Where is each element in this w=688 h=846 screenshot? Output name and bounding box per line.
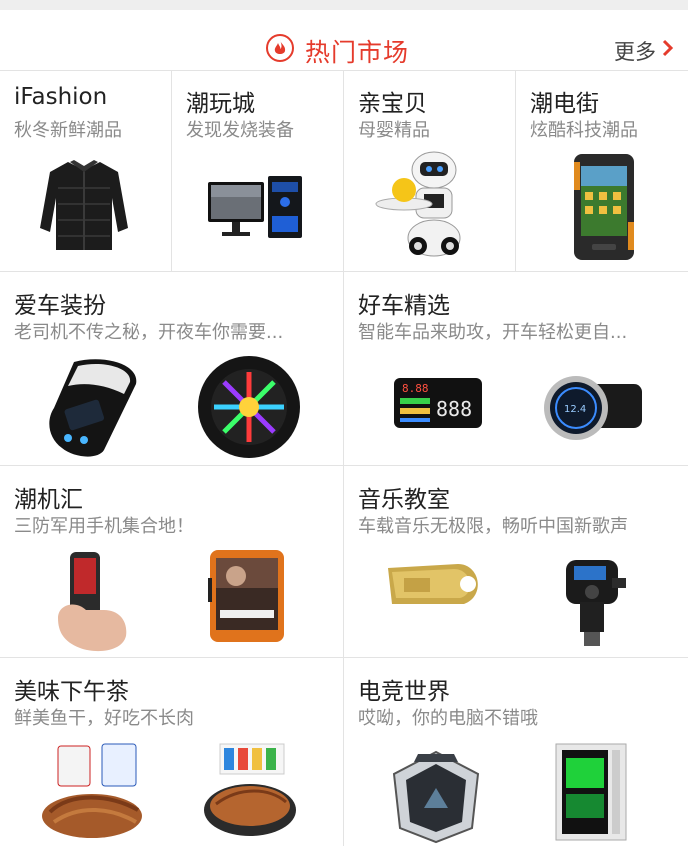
market-tile-aichezhuangban[interactable]: 爱车装扮 老司机不传之秘，开夜车你需要... [0,272,344,465]
market-tile-chaodianjie[interactable]: 潮电街 炫酷科技潮品 [516,70,688,271]
tile-title: 好车精选 [358,293,450,319]
fire-icon [266,34,294,62]
top-spacer [0,0,688,10]
market-tile-meiweixiawucha[interactable]: 美味下午茶 鲜美鱼干，好吃不长肉 [0,658,344,846]
market-row-2: 爱车装扮 老司机不传之秘，开夜车你需要... 好车精选 智能车品来助攻，开车轻松… [0,272,688,466]
section-header: 热门市场 更多 [0,10,688,71]
toy-robot-image [375,151,461,257]
chevron-right-icon[interactable] [662,39,674,57]
tile-title: 潮电街 [530,91,599,117]
svg-text:888: 888 [436,397,472,421]
tile-title: iFashion [14,84,108,110]
hex-gaming-pc-image [392,750,480,844]
market-tile-haochejingxuan[interactable]: 好车精选 智能车品来助攻，开车轻松更自... 8.88 888 12.4 [344,272,688,465]
tile-title: 美味下午茶 [14,679,129,705]
tile-subtitle: 车载音乐无极限，畅听中国新歌声 [358,516,628,537]
market-row-4: 美味下午茶 鲜美鱼干，好吃不长肉 电竞世界 哎呦，你的电脑不错哦 [0,658,688,846]
orange-rugged-phone-image [208,550,284,642]
svg-text:8.88: 8.88 [402,382,429,395]
usb-drive-image [388,564,478,604]
tile-subtitle: 三防军用手机集合地！ [14,516,194,537]
market-tile-dianjingshijie[interactable]: 电竞世界 哎呦，你的电脑不错哦 [344,658,688,846]
jacket-image [40,160,128,250]
market-tile-chaowancheng[interactable]: 潮玩城 发现发烧装备 [172,70,344,271]
led-wheel-image [198,356,300,458]
fm-transmitter-image [566,560,626,646]
section-title: 热门市场 [305,38,410,67]
tile-title: 亲宝贝 [358,91,427,117]
market-tile-chaojihui[interactable]: 潮机汇 三防军用手机集合地！ [0,466,344,657]
tile-title: 音乐教室 [358,487,450,513]
tile-subtitle: 发现发烧装备 [186,120,294,141]
tile-subtitle: 老司机不传之秘，开夜车你需要... [14,322,284,343]
tile-subtitle: 鲜美鱼干，好吃不长肉 [14,708,194,729]
market-row-1: iFashion 秋冬新鲜潮品 潮玩城 发现发烧装备 亲宝贝 母婴精品 潮电街 … [0,70,688,272]
rugged-phone-image [574,154,634,260]
car-remote-image [49,359,137,457]
market-tile-ifashion[interactable]: iFashion 秋冬新鲜潮品 [0,70,172,271]
phone-in-hand-image [58,552,127,652]
more-link[interactable]: 更多 [614,36,656,66]
dried-fish-plate-image [204,743,296,836]
market-tile-yinyuejiaoshi[interactable]: 音乐教室 车载音乐无极限，畅听中国新歌声 [344,466,688,657]
tile-subtitle: 智能车品来助攻，开车轻松更自... [358,322,628,343]
hud-display-image: 8.88 888 [394,378,482,428]
svg-text:12.4: 12.4 [564,404,586,415]
market-row-3: 潮机汇 三防军用手机集合地！ 音乐教室 车载音乐无极限，畅听中国新歌声 [0,466,688,658]
tile-subtitle: 炫酷科技潮品 [530,120,638,141]
tower-gaming-pc-image [555,743,627,841]
tile-title: 电竞世界 [358,679,450,705]
tile-subtitle: 哎呦，你的电脑不错哦 [358,708,538,729]
dried-fish-packs-image [42,743,142,838]
tile-title: 潮玩城 [186,91,255,117]
market-tile-qinbaobei[interactable]: 亲宝贝 母婴精品 [344,70,516,271]
tile-subtitle: 母婴精品 [358,120,430,141]
pc-image [208,176,302,238]
tile-title: 爱车装扮 [14,293,106,319]
tile-title: 潮机汇 [14,487,83,513]
tile-subtitle: 秋冬新鲜潮品 [14,120,122,141]
car-charger-image: 12.4 [544,376,642,440]
